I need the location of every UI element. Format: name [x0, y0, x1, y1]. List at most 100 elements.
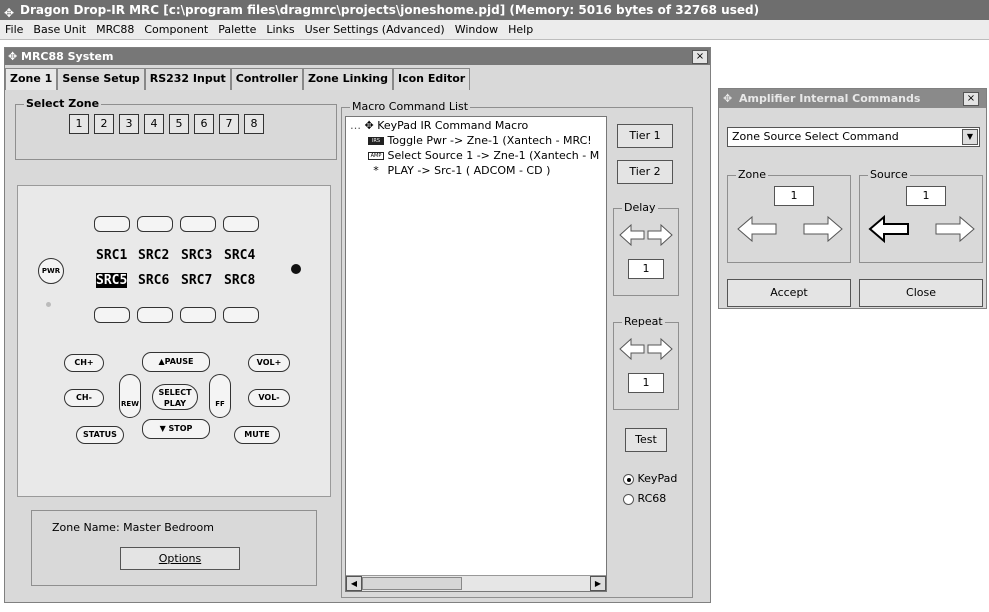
scroll-right-icon[interactable]: ▶ [590, 576, 606, 591]
scroll-left-icon[interactable]: ◀ [346, 576, 362, 591]
source-arrows-icon[interactable] [868, 214, 976, 244]
stop-button[interactable]: ▼ STOP [142, 419, 210, 439]
keypad-bottom-button-1[interactable] [94, 307, 130, 323]
menu-mrc88[interactable]: MRC88 [91, 20, 139, 40]
tab-strip: Zone 1 Sense Setup RS232 Input Controlle… [5, 68, 471, 90]
menu-file[interactable]: File [0, 20, 28, 40]
lcd-src2: SRC2 [138, 248, 170, 263]
tree-item-1-label: Toggle Pwr -> Zne-1 (Xantech - MRC! [387, 134, 592, 147]
zone-button-7[interactable]: 7 [219, 114, 239, 134]
mrc88-window: ✥ MRC88 System × Zone 1 Sense Setup RS23… [4, 47, 711, 603]
lcd-src4: SRC4 [224, 248, 256, 263]
status-button[interactable]: STATUS [76, 426, 124, 444]
rc68-radio-label: RC68 [637, 492, 667, 505]
amplifier-commands-window: ✥ Amplifier Internal Commands × Zone Sou… [718, 88, 987, 309]
amplifier-window-icon: ✥ [723, 92, 733, 105]
keypad-radio-button[interactable] [623, 473, 634, 485]
amplifier-close-icon[interactable]: × [963, 92, 979, 106]
zone-button-1[interactable]: 1 [69, 114, 89, 134]
tab-sense-setup[interactable]: Sense Setup [57, 68, 145, 90]
zone-group: Zone 1 [727, 168, 851, 263]
keypad-top-button-1[interactable] [94, 216, 130, 232]
keypad-top-button-4[interactable] [223, 216, 259, 232]
select-play-button[interactable]: SELECT PLAY [152, 384, 198, 410]
menu-links[interactable]: Links [261, 20, 299, 40]
scroll-thumb[interactable] [362, 577, 462, 590]
keypad-bottom-button-3[interactable] [180, 307, 216, 323]
zone-arrows-icon[interactable] [736, 214, 844, 244]
lcd-src8: SRC8 [224, 273, 256, 288]
ch-down-button[interactable]: CH- [64, 389, 104, 407]
keypad-radio[interactable]: KeyPad [623, 472, 677, 485]
menu-base-unit[interactable]: Base Unit [28, 20, 91, 40]
macro-command-list-label: Macro Command List [350, 100, 471, 113]
tab-controller[interactable]: Controller [230, 68, 303, 90]
options-button[interactable]: Options [120, 547, 240, 570]
keypad-radio-label: KeyPad [637, 472, 678, 485]
ch-up-button[interactable]: CH+ [64, 354, 104, 372]
tab-rs232-input[interactable]: RS232 Input [144, 68, 231, 90]
zone-button-6[interactable]: 6 [194, 114, 214, 134]
menu-bar: File Base Unit MRC88 Component Palette Links U… [0, 20, 989, 40]
tab-icon-editor[interactable]: Icon Editor [393, 68, 471, 90]
lcd-src3: SRC3 [181, 248, 213, 263]
vol-up-button[interactable]: VOL+ [248, 354, 290, 372]
ff-button[interactable]: FF [209, 374, 231, 418]
menu-palette[interactable]: Palette [213, 20, 261, 40]
menu-window[interactable]: Window [450, 20, 503, 40]
tree-item-2[interactable]: AMP Select Source 1 -> Zne-1 (Xantech - … [368, 149, 599, 162]
select-zone-label: Select Zone [24, 97, 102, 110]
menu-user-settings[interactable]: User Settings (Advanced) [300, 20, 450, 40]
delay-group: Delay 1 [613, 201, 679, 296]
pause-button[interactable]: ▲PAUSE [142, 352, 210, 372]
keypad-remote-image: PWR SRC1 SRC2 SRC3 SRC4 SRC5 SRC6 SRC7 S… [17, 185, 331, 497]
keypad-bottom-button-4[interactable] [223, 307, 259, 323]
delay-arrows-icon[interactable] [618, 223, 674, 247]
keypad-top-button-3[interactable] [180, 216, 216, 232]
menu-help[interactable]: Help [503, 20, 538, 40]
mrc88-close-button[interactable]: × [692, 50, 708, 64]
repeat-label: Repeat [622, 315, 665, 328]
rew-button[interactable]: REW [119, 374, 141, 418]
zone-button-8[interactable]: 8 [244, 114, 264, 134]
zone-button-4[interactable]: 4 [144, 114, 164, 134]
menu-component[interactable]: Component [139, 20, 213, 40]
vol-down-button[interactable]: VOL- [248, 389, 290, 407]
repeat-arrows-icon[interactable] [618, 337, 674, 361]
repeat-input[interactable]: 1 [628, 373, 664, 393]
tier2-button[interactable]: Tier 2 [617, 160, 673, 184]
macro-tree-view[interactable]: … ✥ KeyPad IR Command Macro IRS Toggle P… [345, 116, 607, 592]
tree-item-3-label: PLAY -> Src-1 ( ADCOM - CD ) [387, 164, 551, 177]
zone-button-2[interactable]: 2 [94, 114, 114, 134]
tab-zone-linking[interactable]: Zone Linking [302, 68, 393, 90]
source-group: Source 1 [859, 168, 983, 263]
tier1-button[interactable]: Tier 1 [617, 124, 673, 148]
tree-item-3[interactable]: * PLAY -> Src-1 ( ADCOM - CD ) [368, 164, 550, 177]
command-dropdown-value: Zone Source Select Command [732, 130, 899, 143]
zone-button-3[interactable]: 3 [119, 114, 139, 134]
command-dropdown[interactable]: Zone Source Select Command ▼ [727, 127, 980, 147]
tree-item-1[interactable]: IRS Toggle Pwr -> Zne-1 (Xantech - MRC! [368, 134, 592, 147]
close-button[interactable]: Close [859, 279, 983, 307]
delay-label: Delay [622, 201, 658, 214]
keypad-bottom-button-2[interactable] [137, 307, 173, 323]
delay-input[interactable]: 1 [628, 259, 664, 279]
zone-button-5[interactable]: 5 [169, 114, 189, 134]
amplifier-window-title: Amplifier Internal Commands [739, 92, 921, 105]
chevron-down-icon[interactable]: ▼ [962, 129, 978, 145]
rc68-radio[interactable]: RC68 [623, 492, 666, 505]
tree-horizontal-scrollbar[interactable]: ◀ ▶ [346, 575, 606, 591]
tree-root[interactable]: … ✥ KeyPad IR Command Macro [350, 119, 528, 132]
zone-input[interactable]: 1 [774, 186, 814, 206]
rc68-radio-button[interactable] [623, 493, 634, 505]
test-button[interactable]: Test [625, 428, 667, 452]
lcd-src1: SRC1 [96, 248, 128, 263]
accept-button[interactable]: Accept [727, 279, 851, 307]
pwr-button[interactable]: PWR [38, 258, 64, 284]
source-input[interactable]: 1 [906, 186, 946, 206]
keypad-top-button-2[interactable] [137, 216, 173, 232]
keypad-macro-icon: ✥ [364, 119, 374, 132]
mute-button[interactable]: MUTE [234, 426, 280, 444]
amplifier-window-title-bar: ✥ Amplifier Internal Commands [719, 89, 986, 108]
tab-zone-1[interactable]: Zone 1 [5, 68, 58, 90]
